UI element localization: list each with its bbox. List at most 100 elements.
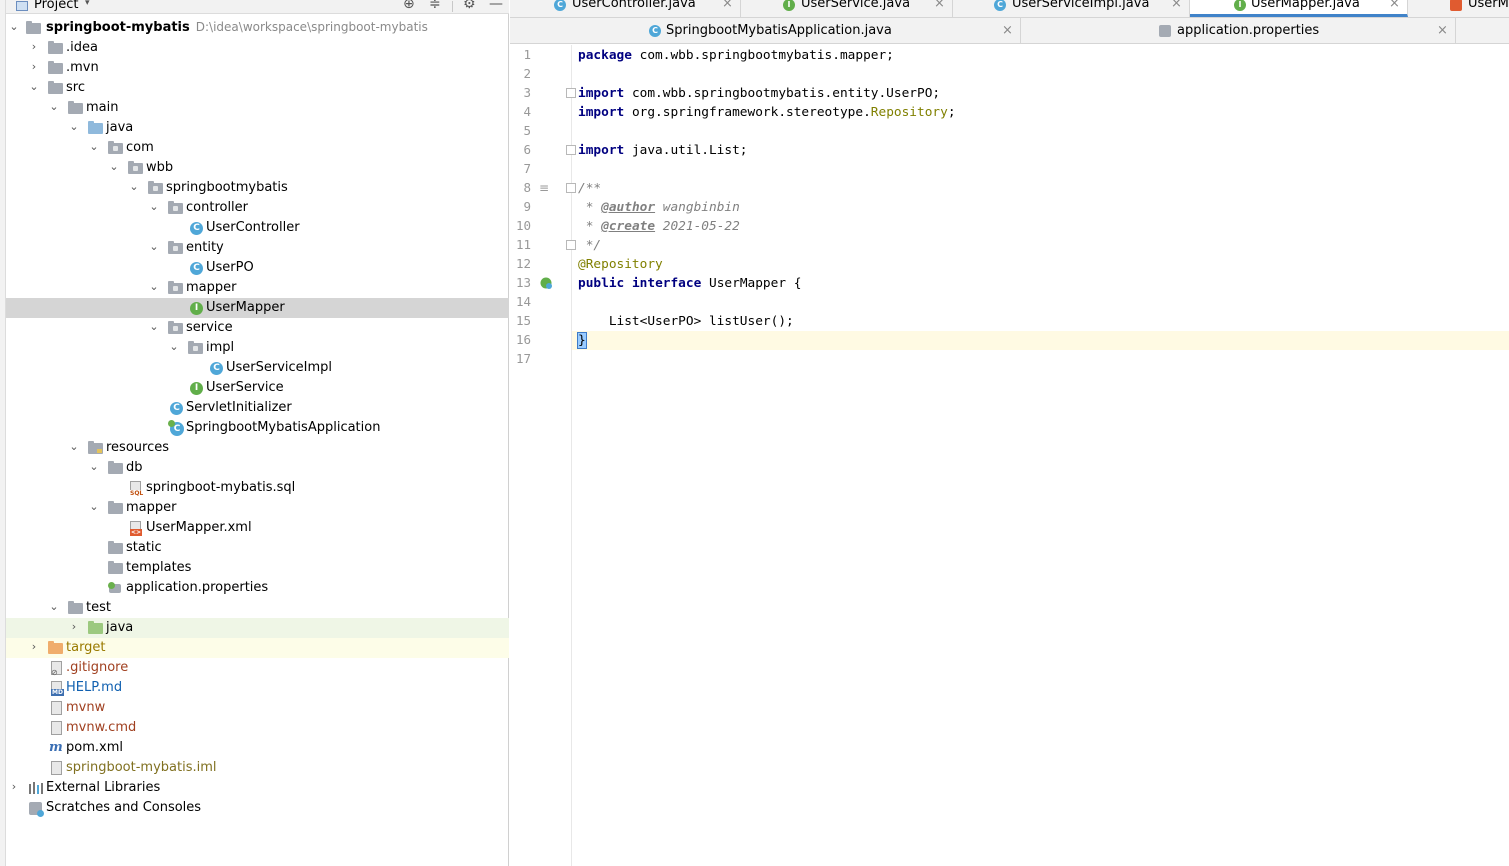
chevron-down-icon[interactable]: ⌄ <box>88 141 100 153</box>
tree-row-mapper-package[interactable]: ⌄ mapper <box>6 278 509 298</box>
tree-label: springboot-mybatis.sql <box>146 480 296 495</box>
project-view-title[interactable]: Project <box>34 0 78 12</box>
tree-row-test[interactable]: ⌄ test <box>6 598 509 618</box>
comment-text: * <box>578 200 602 215</box>
implemented-by-icon[interactable] <box>539 276 554 291</box>
tab-user-mapper[interactable]: I UserMapper.java × <box>1190 0 1408 17</box>
chevron-down-icon[interactable]: ⌄ <box>128 181 140 193</box>
chevron-down-icon[interactable]: ⌄ <box>168 341 180 353</box>
tree-label: test <box>86 600 111 615</box>
chevron-down-icon[interactable]: ⌄ <box>88 501 100 513</box>
chevron-right-icon[interactable]: › <box>68 621 80 633</box>
close-icon[interactable]: × <box>934 0 945 11</box>
tree-row-controller[interactable]: ⌄ controller <box>6 198 509 218</box>
tree-row-userservice[interactable]: I UserService <box>6 378 509 398</box>
chevron-down-icon[interactable]: ⌄ <box>28 81 40 93</box>
tree-row-src[interactable]: ⌄ src <box>6 78 509 98</box>
tree-row-springbootmybatis[interactable]: ⌄ springbootmybatis <box>6 178 509 198</box>
tree-row-com[interactable]: ⌄ com <box>6 138 509 158</box>
tree-row-userserviceimpl[interactable]: C UserServiceImpl <box>6 358 509 378</box>
tree-row-entity[interactable]: ⌄ entity <box>6 238 509 258</box>
code-line-15: List<UserPO> listUser(); <box>578 314 794 329</box>
code-editor[interactable]: package com.wbb.springbootmybatis.mapper… <box>572 45 1509 866</box>
close-icon[interactable]: × <box>1437 23 1448 38</box>
tree-row-main[interactable]: ⌄ main <box>6 98 509 118</box>
chevron-down-icon[interactable]: ⌄ <box>148 281 160 293</box>
close-icon[interactable]: × <box>1171 0 1182 11</box>
tree-label: java <box>106 120 134 135</box>
maven-icon: m <box>49 740 63 755</box>
tree-row-external-libraries[interactable]: › External Libraries <box>6 778 509 798</box>
tree-row-static[interactable]: static <box>6 538 509 558</box>
chevron-right-icon[interactable]: › <box>8 781 20 793</box>
tree-row-mvn[interactable]: › .mvn <box>6 58 509 78</box>
project-tool-window: Project ▾ ⊕ ≑ ⚙ — ⌄ springboot-mybatis D:… <box>0 0 509 866</box>
tree-row-test-java[interactable]: › java <box>6 618 509 638</box>
chevron-right-icon[interactable]: › <box>28 641 40 653</box>
tab-springboot-application[interactable]: C SpringbootMybatisApplication.java × <box>510 18 1021 43</box>
tree-row-application-class[interactable]: C SpringbootMybatisApplication <box>6 418 509 438</box>
close-icon[interactable]: × <box>1389 0 1400 11</box>
chevron-down-icon[interactable]: ⌄ <box>68 441 80 453</box>
collapse-all-icon[interactable]: ≑ <box>429 0 441 12</box>
tree-row-idea[interactable]: › .idea <box>6 38 509 58</box>
tree-row-servletinitializer[interactable]: C ServletInitializer <box>6 398 509 418</box>
tab-label: SpringbootMybatisApplication.java <box>666 23 892 38</box>
tree-row-root[interactable]: ⌄ springboot-mybatis D:\idea\workspace\sp… <box>6 18 509 38</box>
tree-row-scratches[interactable]: Scratches and Consoles <box>6 798 509 818</box>
tree-row-resources[interactable]: ⌄ resources <box>6 438 509 458</box>
tree-row-iml[interactable]: springboot-mybatis.iml <box>6 758 509 778</box>
tree-row-target[interactable]: › target <box>6 638 509 658</box>
tab-user-mapper-xml[interactable]: UserM <box>1408 0 1509 17</box>
tree-label: UserService <box>206 380 284 395</box>
chevron-down-icon[interactable]: ⌄ <box>148 321 160 333</box>
tree-row-usercontroller[interactable]: C UserController <box>6 218 509 238</box>
tree-row-mvnw-cmd[interactable]: mvnw.cmd <box>6 718 509 738</box>
chevron-right-icon[interactable]: › <box>28 41 40 53</box>
code-text: ; <box>947 105 956 120</box>
tree-row-templates[interactable]: templates <box>6 558 509 578</box>
chevron-down-icon[interactable]: ⌄ <box>148 201 160 213</box>
chevron-down-icon[interactable]: ⌄ <box>148 241 160 253</box>
tree-row-service[interactable]: ⌄ service <box>6 318 509 338</box>
chevron-down-icon[interactable]: ⌄ <box>48 101 60 113</box>
tree-row-usermapper[interactable]: I UserMapper <box>6 298 509 318</box>
locate-file-icon[interactable]: ⊕ <box>403 0 415 12</box>
header-divider <box>452 1 453 12</box>
tab-user-controller[interactable]: C UserController.java × <box>510 0 741 17</box>
chevron-down-icon[interactable]: ⌄ <box>8 21 20 33</box>
line-number: 5 <box>523 123 531 138</box>
tree-row-help-md[interactable]: HELP.md <box>6 678 509 698</box>
tab-application-properties[interactable]: application.properties × <box>1021 18 1456 43</box>
close-icon[interactable]: × <box>722 0 733 11</box>
close-icon[interactable]: × <box>1002 23 1013 38</box>
project-view-dropdown-icon[interactable]: ▾ <box>85 0 90 8</box>
chevron-down-icon[interactable]: ⌄ <box>88 461 100 473</box>
hide-panel-icon[interactable]: — <box>489 0 503 12</box>
chevron-down-icon[interactable]: ⌄ <box>108 161 120 173</box>
chevron-right-icon[interactable]: › <box>28 61 40 73</box>
class-icon: C <box>554 0 566 11</box>
tree-row-wbb[interactable]: ⌄ wbb <box>6 158 509 178</box>
line-number: 12 <box>515 256 531 271</box>
tree-row-gitignore[interactable]: .gitignore <box>6 658 509 678</box>
folder-icon <box>48 81 63 94</box>
tree-row-usermapper-xml[interactable]: UserMapper.xml <box>6 518 509 538</box>
tree-row-java[interactable]: ⌄ java <box>6 118 509 138</box>
settings-gear-icon[interactable]: ⚙ <box>463 0 476 12</box>
tree-row-pom-xml[interactable]: m pom.xml <box>6 738 509 758</box>
tree-row-mapper-folder[interactable]: ⌄ mapper <box>6 498 509 518</box>
javadoc-tag: @create <box>601 219 656 234</box>
chevron-down-icon[interactable]: ⌄ <box>48 601 60 613</box>
tree-row-userpo[interactable]: C UserPO <box>6 258 509 278</box>
chevron-down-icon[interactable]: ⌄ <box>68 121 80 133</box>
tree-row-db[interactable]: ⌄ db <box>6 458 509 478</box>
render-doc-icon[interactable]: ≡ <box>539 181 554 196</box>
tree-row-impl[interactable]: ⌄ impl <box>6 338 509 358</box>
tree-row-application-properties[interactable]: application.properties <box>6 578 509 598</box>
tab-user-service[interactable]: I UserService.java × <box>741 0 953 17</box>
tab-user-service-impl[interactable]: C UserServiceImpl.java × <box>953 0 1190 17</box>
tree-row-mvnw[interactable]: mvnw <box>6 698 509 718</box>
tree-row-sql-file[interactable]: springboot-mybatis.sql <box>6 478 509 498</box>
editor-gutter[interactable]: 1 2 3 4 5 6 7 8 9 10 11 12 13 14 15 16 1… <box>510 45 576 866</box>
